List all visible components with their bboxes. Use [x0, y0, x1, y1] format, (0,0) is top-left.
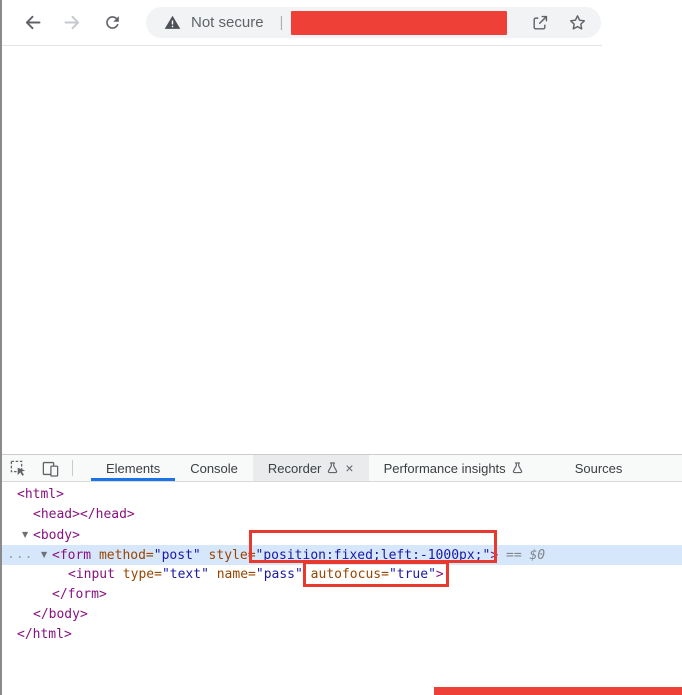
code-token-tag: </html> [17, 627, 72, 642]
code-token-tag: > [490, 548, 498, 563]
url-redaction-overlay [291, 11, 507, 35]
experiment-flask-icon [327, 462, 338, 474]
dom-tree-node[interactable]: <input type="text" name="pass" autofocus… [2, 565, 682, 585]
tab-performance-insights[interactable]: Performance insights [369, 455, 538, 481]
tab-elements[interactable]: Elements [91, 455, 175, 481]
expand-arrow-icon[interactable]: ▼ [22, 525, 33, 545]
url-separator: | [280, 14, 284, 31]
back-arrow-icon [22, 12, 43, 33]
inspect-element-button[interactable] [2, 455, 34, 481]
code-token-tag: </body> [33, 607, 88, 622]
tab-recorder[interactable]: Recorder × [253, 455, 369, 481]
code-token-value: "pass" [256, 567, 303, 582]
code-token-tag: </form> [52, 587, 107, 602]
code-token-tag: <form [52, 548, 91, 563]
devtools-tabbar: Elements Console Recorder × Performance … [2, 454, 682, 482]
experiment-flask-icon [512, 462, 523, 474]
browser-toolbar: Not secure | [2, 0, 682, 45]
forward-button[interactable] [56, 7, 88, 39]
code-token-attr: name= [209, 567, 256, 582]
tab-console[interactable]: Console [175, 455, 253, 481]
code-token-value: "post" [154, 548, 201, 563]
code-token-tag: <head></head> [33, 507, 135, 522]
code-token-attr: autofocus= [303, 567, 389, 582]
tab-label: Sources [575, 461, 623, 476]
close-icon[interactable]: × [345, 461, 353, 475]
code-token-tag: > [436, 567, 444, 582]
devtools-panel: Elements Console Recorder × Performance … [2, 454, 682, 695]
code-token-tag: <body> [33, 528, 80, 543]
device-toolbar-button[interactable] [34, 455, 66, 481]
reload-icon [103, 13, 122, 32]
address-bar[interactable]: Not secure | [146, 7, 601, 38]
tab-label: Performance insights [384, 461, 506, 476]
tab-sources[interactable]: Sources [560, 455, 638, 481]
node-overflow-dots: ... [7, 545, 33, 565]
browser-window: Not secure | [0, 0, 682, 695]
tab-label: Console [190, 461, 238, 476]
share-icon[interactable] [531, 13, 550, 32]
tabbar-divider [72, 460, 73, 476]
inspect-element-icon [9, 459, 28, 478]
code-token-value: "text" [162, 567, 209, 582]
tab-label: Elements [106, 461, 160, 476]
code-token-attr: type= [115, 567, 162, 582]
dom-tree-node[interactable]: </form> [2, 585, 682, 605]
dom-tree-node[interactable]: ... ▼<form method="post" style="position:… [2, 545, 682, 565]
device-toolbar-icon [41, 459, 60, 478]
tab-label: Recorder [268, 461, 321, 476]
dom-tree-node[interactable]: ▼<body> [2, 525, 682, 545]
security-status-label[interactable]: Not secure [191, 14, 264, 31]
forward-arrow-icon [62, 12, 83, 33]
reload-button[interactable] [96, 7, 128, 39]
page-content [2, 46, 682, 454]
dom-tree-node[interactable]: </body> [2, 605, 682, 625]
star-bookmark-icon[interactable] [568, 13, 587, 32]
expand-arrow-icon[interactable]: ▼ [41, 545, 52, 565]
elements-tree: <html><head></head>▼<body>...▼<form meth… [2, 482, 682, 645]
code-token-value: "true" [389, 567, 436, 582]
code-token-tag: <html> [17, 487, 64, 502]
code-token-meta: == $0 [498, 548, 545, 563]
back-button[interactable] [16, 7, 48, 39]
dom-tree-node[interactable]: </html> [2, 625, 682, 645]
code-token-value: "position:fixed;left:-1000px;" [256, 548, 491, 563]
warning-triangle-icon[interactable] [164, 14, 181, 31]
dom-tree-node[interactable]: <head></head> [2, 505, 682, 525]
code-token-attr: method= [91, 548, 154, 563]
code-token-tag: <input [68, 567, 115, 582]
bottom-redaction-bar [434, 687, 682, 695]
code-token-attr: style= [201, 548, 256, 563]
dom-tree-node[interactable]: <html> [2, 485, 682, 505]
